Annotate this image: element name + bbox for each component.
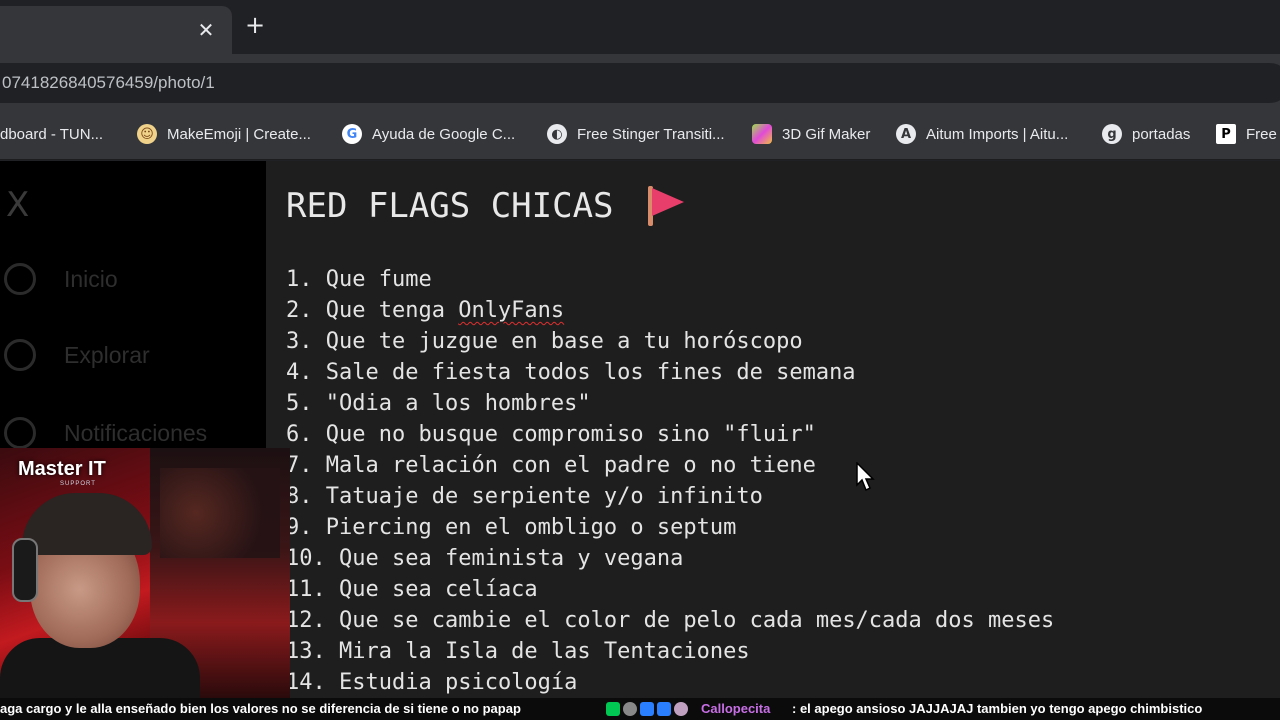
bookmark-label: Aitum Imports | Aitu... bbox=[926, 125, 1069, 143]
bookmarks-bar: dboard - TUN... ☺ MakeEmoji | Create... … bbox=[0, 108, 1280, 160]
list-item: 10. Que sea feminista y vegana bbox=[286, 546, 684, 571]
webcam-overlay bbox=[0, 448, 290, 698]
bookmark-label: MakeEmoji | Create... bbox=[167, 125, 311, 143]
bookmark-label: 3D Gif Maker bbox=[782, 125, 871, 143]
list-item: 6. Que no busque compromiso sino "fluir" bbox=[286, 422, 816, 447]
sidebar-item-label: Notificaciones bbox=[64, 419, 208, 446]
red-flags-list: 1. Que fume 2. Que tenga OnlyFans 3. Que… bbox=[286, 264, 1054, 698]
note-title: RED FLAGS CHICAS bbox=[286, 186, 686, 226]
bookmark-stinger[interactable]: ◐ Free Stinger Transiti... bbox=[547, 122, 725, 146]
bell-icon bbox=[4, 417, 36, 449]
aitum-icon: A bbox=[896, 124, 916, 144]
badge-icon bbox=[606, 702, 620, 716]
list-item: 14. Estudia psicología bbox=[286, 670, 578, 695]
red-flag-icon bbox=[646, 186, 686, 226]
bookmark-label: Free bbox=[1246, 125, 1277, 143]
misspelled-word: OnlyFans bbox=[458, 298, 565, 323]
bookmark-tunnel[interactable]: dboard - TUN... bbox=[0, 122, 103, 146]
google-icon: G bbox=[342, 124, 362, 144]
streamer-logo-sub: SUPPORT bbox=[60, 481, 96, 487]
bookmark-free[interactable]: P Free bbox=[1216, 122, 1277, 146]
emoji-icon: ☺ bbox=[137, 124, 157, 144]
list-item: 2. Que tenga OnlyFans bbox=[286, 298, 565, 323]
list-item: 1. Que fume bbox=[286, 267, 432, 292]
list-item: 8. Tatuaje de serpiente y/o infinito bbox=[286, 484, 763, 509]
sidebar-item-label: Explorar bbox=[64, 341, 150, 368]
list-item: 11. Que sea celíaca bbox=[286, 577, 538, 602]
url-text[interactable]: 0741826840576459/photo/1 bbox=[2, 73, 215, 93]
home-icon bbox=[4, 263, 36, 295]
badge-icon bbox=[674, 702, 688, 716]
chat-badges bbox=[606, 702, 691, 716]
chat-message: : el apego ansioso JAJJAJAJ tambien yo t… bbox=[792, 701, 1203, 716]
list-item: 3. Que te juzgue en base a tu horóscopo bbox=[286, 329, 803, 354]
badge-icon bbox=[623, 702, 637, 716]
streamer-logo: Master IT bbox=[18, 458, 106, 480]
portadas-icon: g bbox=[1102, 124, 1122, 144]
chat-username: Callopecita bbox=[701, 701, 771, 716]
bookmark-3d-gif[interactable]: 3D Gif Maker bbox=[752, 122, 870, 146]
chat-ticker: aga cargo y le alla enseñado bien los va… bbox=[0, 698, 1280, 720]
bookmark-label: Free Stinger Transiti... bbox=[577, 125, 725, 143]
mouse-cursor-icon bbox=[856, 462, 875, 492]
sidebar-item-notificaciones[interactable]: Notificaciones bbox=[4, 415, 207, 451]
bookmark-label: Ayuda de Google C... bbox=[372, 125, 516, 143]
sidebar-item-inicio[interactable]: Inicio bbox=[4, 261, 118, 297]
search-icon bbox=[4, 339, 36, 371]
list-item: 13. Mira la Isla de las Tentaciones bbox=[286, 639, 750, 664]
bookmark-aitum[interactable]: A Aitum Imports | Aitu... bbox=[896, 122, 1068, 146]
list-item: 12. Que se cambie el color de pelo cada … bbox=[286, 608, 1055, 633]
x-logo-icon[interactable]: X bbox=[6, 185, 29, 225]
badge-icon bbox=[640, 702, 654, 716]
list-item: 7. Mala relación con el padre o no tiene bbox=[286, 453, 816, 478]
plus-icon[interactable]: + bbox=[244, 13, 266, 37]
headset-icon bbox=[12, 538, 38, 602]
bookmark-makeemoji[interactable]: ☺ MakeEmoji | Create... bbox=[137, 122, 311, 146]
bookmark-portadas[interactable]: g portadas bbox=[1102, 122, 1190, 146]
bookmark-label: portadas bbox=[1132, 125, 1191, 143]
bookmark-label: dboard - TUN... bbox=[0, 125, 104, 143]
note-title-text: RED FLAGS CHICAS bbox=[286, 186, 614, 226]
close-icon[interactable]: ✕ bbox=[196, 20, 216, 40]
chat-message: aga cargo y le alla enseñado bien los va… bbox=[0, 701, 521, 716]
bookmark-google-help[interactable]: G Ayuda de Google C... bbox=[342, 122, 515, 146]
sidebar-item-label: Inicio bbox=[64, 265, 118, 292]
sidebar-item-explorar[interactable]: Explorar bbox=[4, 337, 150, 373]
active-tab[interactable]: ✕ bbox=[0, 6, 232, 54]
gif-maker-icon bbox=[752, 124, 772, 144]
badge-icon bbox=[657, 702, 671, 716]
list-item: 4. Sale de fiesta todos los fines de sem… bbox=[286, 360, 856, 385]
p-icon: P bbox=[1216, 124, 1236, 144]
stinger-icon: ◐ bbox=[547, 124, 567, 144]
list-item: 9. Piercing en el ombligo o septum bbox=[286, 515, 737, 540]
list-item: 5. "Odia a los hombres" bbox=[286, 391, 591, 416]
tab-strip: ✕ + bbox=[0, 0, 1280, 54]
